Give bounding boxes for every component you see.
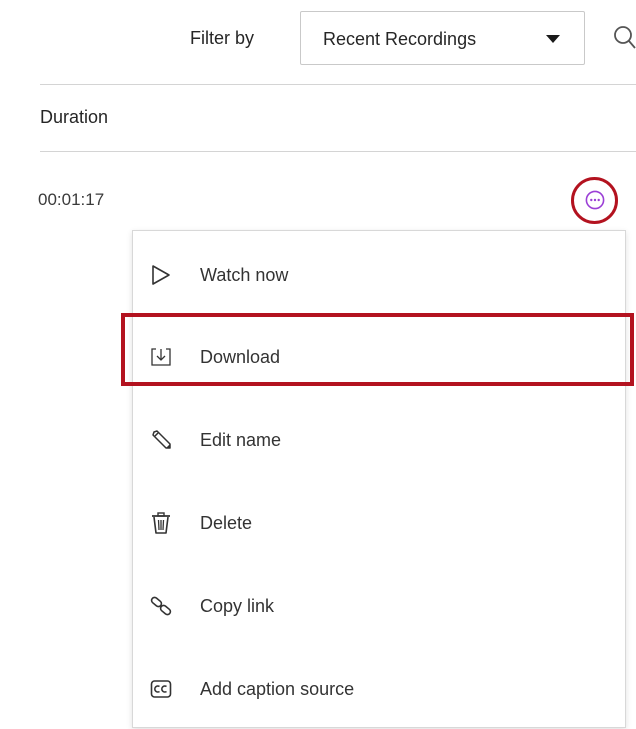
- menu-item-label: Edit name: [200, 430, 282, 450]
- play-icon: [152, 265, 170, 285]
- menu-item-label: Delete: [200, 513, 253, 533]
- menu-item-copy-link[interactable]: Copy link: [133, 576, 625, 636]
- duration-value: 00:01:17: [38, 190, 105, 209]
- menu-item-download[interactable]: Download: [133, 327, 625, 387]
- caret-down-icon: [546, 35, 560, 43]
- menu-item-edit-name[interactable]: Edit name: [133, 410, 625, 470]
- column-header-duration: Duration: [40, 107, 109, 127]
- menu-item-label: Download: [200, 347, 281, 367]
- menu-item-watch-now[interactable]: Watch now: [133, 245, 625, 305]
- more-options-icon[interactable]: [585, 190, 605, 210]
- menu-item-label: Add caption source: [200, 679, 355, 699]
- trash-icon: [152, 512, 170, 534]
- row-options-menu: Watch now Download Edit name Delete Copy…: [132, 230, 626, 728]
- menu-item-add-caption-source[interactable]: Add caption source: [133, 659, 625, 719]
- header-divider: [40, 151, 636, 152]
- closed-caption-icon: [150, 680, 172, 698]
- toolbar-divider: [40, 84, 636, 85]
- search-icon[interactable]: [612, 24, 636, 50]
- menu-item-label: Copy link: [200, 596, 275, 616]
- filter-select-value: Recent Recordings: [323, 29, 477, 49]
- menu-item-delete[interactable]: Delete: [133, 493, 625, 553]
- download-icon: [151, 348, 171, 366]
- pencil-icon: [152, 430, 171, 449]
- recordings-page: Filter by Recent Recordings Duration 00:…: [0, 0, 636, 729]
- filter-label: Filter by: [190, 28, 255, 48]
- link-icon: [150, 596, 172, 616]
- menu-item-label: Watch now: [200, 265, 289, 285]
- filter-select[interactable]: Recent Recordings: [300, 11, 585, 65]
